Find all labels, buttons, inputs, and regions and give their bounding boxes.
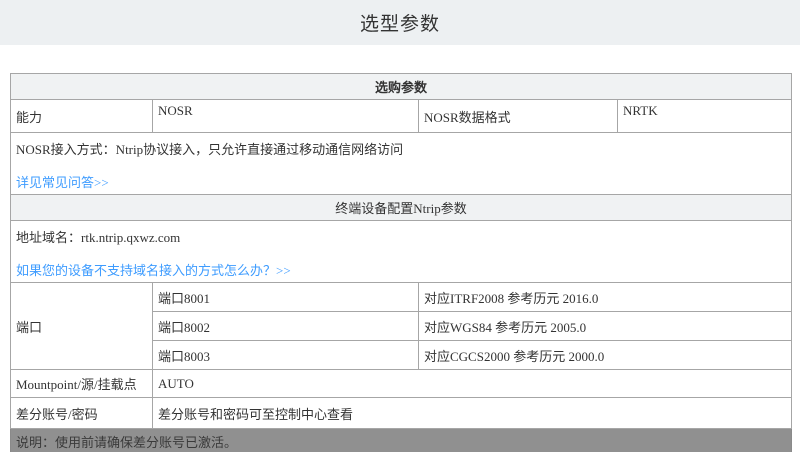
note-text: 说明：使用前请确保差分账号已激活。 <box>11 429 792 452</box>
port-8003-label: 端口8003 <box>153 341 419 370</box>
mountpoint-value: AUTO <box>153 370 792 398</box>
port-group-label: 端口 <box>11 283 153 370</box>
domain-text: 地址域名：rtk.ntrip.qxwz.com <box>16 227 786 246</box>
account-row: 差分账号/密码 差分账号和密码可至控制中心查看 <box>11 398 792 429</box>
nosr-access-cell: NOSR接入方式：Ntrip协议接入，只允许直接通过移动通信网络访问 详见常见问… <box>11 133 792 195</box>
account-label: 差分账号/密码 <box>11 398 153 429</box>
port-8002-label: 端口8002 <box>153 312 419 341</box>
selection-parameters-table: 选购参数 能力 NOSR NOSR数据格式 NRTK NOSR接入方式：Ntri… <box>10 73 792 452</box>
mountpoint-label: Mountpoint/源/挂载点 <box>11 370 153 398</box>
section-header-purchase-params: 选购参数 <box>11 74 792 100</box>
nosr-access-text: NOSR接入方式：Ntrip协议接入，只允许直接通过移动通信网络访问 <box>16 139 786 158</box>
faq-link[interactable]: 详见常见问答>> <box>16 172 109 191</box>
account-value: 差分账号和密码可至控制中心查看 <box>153 398 792 429</box>
domain-cell: 地址域名：rtk.ntrip.qxwz.com 如果您的设备不支持域名接入的方式… <box>11 221 792 283</box>
note-row: 说明：使用前请确保差分账号已激活。 <box>11 429 792 452</box>
port-row-8001: 端口 端口8001 对应ITRF2008 参考历元 2016.0 <box>11 283 792 312</box>
domain-help-link[interactable]: 如果您的设备不支持域名接入的方式怎么办？>> <box>16 260 291 279</box>
mountpoint-row: Mountpoint/源/挂载点 AUTO <box>11 370 792 398</box>
port-8002-desc: 对应WGS84 参考历元 2005.0 <box>419 312 792 341</box>
capability-row: 能力 NOSR NOSR数据格式 NRTK <box>11 100 792 133</box>
domain-row: 地址域名：rtk.ntrip.qxwz.com 如果您的设备不支持域名接入的方式… <box>11 221 792 283</box>
page-header: 选型参数 <box>0 0 800 45</box>
section-header-ntrip-params: 终端设备配置Ntrip参数 <box>11 195 792 221</box>
port-8001-desc: 对应ITRF2008 参考历元 2016.0 <box>419 283 792 312</box>
page-title: 选型参数 <box>360 9 440 36</box>
nosr-access-row: NOSR接入方式：Ntrip协议接入，只允许直接通过移动通信网络访问 详见常见问… <box>11 133 792 195</box>
port-8003-desc: 对应CGCS2000 参考历元 2000.0 <box>419 341 792 370</box>
port-8001-label: 端口8001 <box>153 283 419 312</box>
capability-nrtk: NRTK <box>618 100 792 133</box>
capability-label: 能力 <box>11 100 153 133</box>
section-header-row-ntrip: 终端设备配置Ntrip参数 <box>11 195 792 221</box>
capability-nosr-format: NOSR数据格式 <box>419 100 618 133</box>
capability-nosr: NOSR <box>153 100 419 133</box>
section-header-row-purchase: 选购参数 <box>11 74 792 100</box>
